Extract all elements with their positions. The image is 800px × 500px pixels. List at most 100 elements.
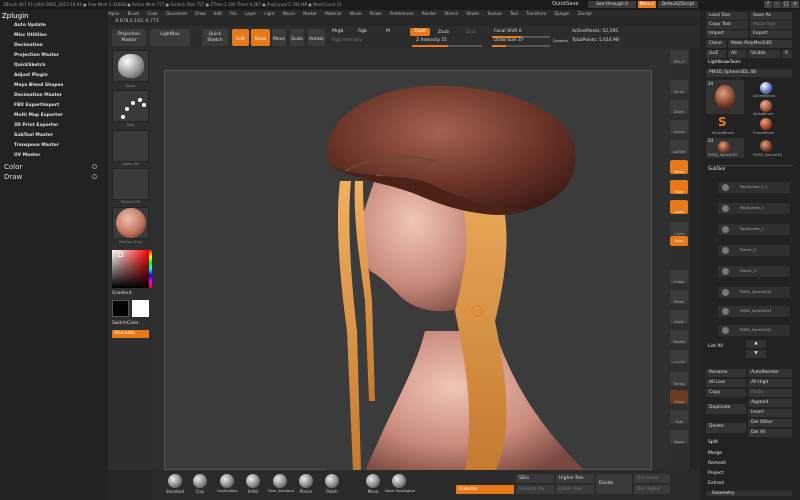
plugin-misc-utilities[interactable]: Misc Utilities — [14, 33, 47, 38]
duplicate-button[interactable]: Duplicate — [706, 404, 746, 414]
simple-brush-icon[interactable]: S — [718, 116, 727, 128]
move-topological-brush-icon[interactable] — [392, 474, 406, 488]
subtool-item[interactable]: PolySphere_1_1 — [718, 182, 790, 193]
alpha-brush-icon[interactable] — [760, 100, 772, 112]
rgb-intensity-slider[interactable]: Rgb Intensity — [332, 38, 362, 43]
brush-thumbnail[interactable] — [112, 50, 149, 82]
color-picker-cursor[interactable] — [118, 252, 123, 257]
plugin-transpose-master[interactable]: Transpose Master — [14, 143, 59, 148]
menu-marker[interactable]: Marker — [303, 11, 317, 16]
lightbox-button[interactable]: LightBox — [150, 29, 190, 46]
plugin-maya-blend-shapes[interactable]: Maya Blend Shapes — [14, 83, 63, 88]
persp-button[interactable]: Persp — [670, 160, 688, 174]
document-canvas[interactable] — [164, 70, 652, 471]
move-brush-icon[interactable] — [366, 474, 380, 488]
make-polymesh-button[interactable]: Make PolyMesh3D — [728, 40, 792, 48]
secondary-color-swatch[interactable] — [132, 300, 149, 317]
plugin-multi-map-exporter[interactable]: Multi Map Exporter — [14, 113, 63, 118]
sdiv-slider[interactable]: SDiv — [516, 474, 554, 483]
menu-stroke[interactable]: Stroke — [466, 11, 479, 16]
subtool-item[interactable]: Plane1_4 — [718, 266, 790, 277]
clay-brush-icon[interactable] — [193, 474, 207, 488]
default-zscript-button[interactable]: DefaultZScript — [658, 1, 698, 8]
plugin-subtool-master[interactable]: SubTool Master — [14, 133, 53, 138]
draw-size-track[interactable] — [492, 45, 550, 47]
edit-mode-button[interactable]: Edit — [232, 29, 249, 46]
project-header[interactable]: Project — [708, 471, 723, 476]
move-view-button[interactable]: Move — [670, 290, 688, 304]
export-button[interactable]: Export — [750, 30, 792, 38]
goz-r-button[interactable]: R — [782, 50, 792, 58]
damstandard-brush-icon[interactable] — [273, 474, 287, 488]
plugin-projection-master[interactable]: Projection Master — [14, 53, 59, 58]
lower-res-button[interactable]: Lower Res — [556, 485, 594, 494]
subtool-item[interactable]: PM3D_Sphere3D2 — [718, 325, 790, 336]
copy-button[interactable]: Copy — [706, 389, 746, 397]
stroke-thumbnail[interactable] — [112, 90, 149, 122]
menu-picker[interactable]: Picker — [370, 11, 382, 16]
zadd-button[interactable]: Zadd — [410, 28, 430, 36]
actual-button[interactable]: Actual — [670, 120, 688, 134]
material-thumbnail[interactable] — [112, 207, 149, 239]
minimize-button[interactable]: - — [773, 1, 781, 8]
plugin-3d-print-exporter[interactable]: 3D Print Exporter — [14, 123, 58, 128]
menu-zplugin[interactable]: Zplugin — [554, 11, 569, 16]
merge-header[interactable]: Merge — [708, 451, 722, 456]
menu-light[interactable]: Light — [264, 11, 274, 16]
plugin-quicksketch[interactable]: QuickSketch — [14, 63, 45, 68]
planar-brush-icon[interactable] — [299, 474, 313, 488]
zsub-button[interactable]: Zsub — [438, 30, 449, 35]
maximize-button[interactable]: □ — [782, 1, 790, 8]
floor-button[interactable]: Floor — [670, 180, 688, 194]
save-as-button[interactable]: Save As — [750, 12, 792, 20]
del-other-button[interactable]: Del Other — [748, 419, 792, 427]
focal-shift-slider[interactable]: Focal Shift 0 — [494, 29, 522, 34]
goz-all-button[interactable]: All — [728, 50, 746, 58]
goz-button[interactable]: GoZ — [706, 50, 726, 58]
draw-palette-header[interactable]: Draw — [4, 173, 22, 181]
help-button[interactable]: ? — [764, 1, 772, 8]
see-through-slider[interactable]: See-through 0 — [588, 1, 636, 8]
list-all-button[interactable]: List All — [708, 344, 723, 349]
local-button[interactable]: Local — [670, 200, 688, 214]
rgb-button[interactable]: Rgb — [358, 29, 367, 34]
plugin-decimation[interactable]: Decimation — [14, 43, 43, 48]
del-all-button[interactable]: Del All — [748, 429, 792, 437]
del-higher-button[interactable]: Del Higher — [634, 485, 670, 494]
zplugin-header[interactable]: Zplugin — [2, 12, 28, 20]
alternate-button[interactable]: Alternate — [112, 330, 149, 338]
palette-pin-icon[interactable] — [92, 164, 97, 169]
move-mode-button[interactable]: Move — [272, 29, 286, 46]
m-button[interactable]: M — [386, 29, 390, 34]
smooth-uv-button[interactable]: Smooth UV — [516, 485, 554, 494]
menu-layer[interactable]: Layer — [245, 11, 256, 16]
sphere-brush-icon[interactable] — [760, 82, 772, 94]
plugin-auto-update[interactable]: Auto Update — [14, 23, 46, 28]
subtool-item[interactable]: PM3D_Sphere3D4 — [718, 287, 790, 298]
texture-thumbnail[interactable] — [112, 168, 149, 200]
z-intensity-track[interactable] — [412, 45, 482, 47]
current-tool-slider[interactable]: PM3D_Sphere3DL 48 — [706, 69, 792, 77]
all-high-button[interactable]: All High — [748, 379, 792, 387]
clone-button[interactable]: Clone — [706, 40, 726, 48]
append-button[interactable]: Append — [748, 399, 792, 407]
goz-visible-button[interactable]: Visible — [748, 50, 780, 58]
menu-macro[interactable]: Macro — [283, 11, 295, 16]
plugin-decimation-master[interactable]: Decimation Master — [14, 93, 62, 98]
transp-button[interactable]: Transp — [670, 372, 688, 386]
menu-tool[interactable]: Tool — [510, 11, 518, 16]
delete-button[interactable]: Delete — [706, 423, 746, 433]
menu-edit[interactable]: Edit — [214, 11, 222, 16]
z-intensity-slider[interactable]: Z Intensity 51 — [416, 38, 447, 43]
insert-button[interactable]: Insert — [748, 409, 792, 417]
lsym-button[interactable]: L.Sym — [670, 222, 688, 236]
mrgb-button[interactable]: Mrgb — [332, 29, 343, 34]
frame-button[interactable]: Frame — [670, 270, 688, 284]
zcut-button[interactable]: Zcut — [466, 30, 476, 35]
menu-brush[interactable]: Brush — [128, 11, 140, 16]
plugin-fbx-exportimport[interactable]: FBX ExportImport — [14, 103, 59, 108]
subtool-item[interactable]: PolySphere_3 — [718, 203, 790, 214]
subtool-item[interactable]: PolySphere_1 — [718, 224, 790, 235]
higher-res-button[interactable]: Higher Res — [556, 474, 594, 483]
palette-pin-icon[interactable] — [92, 174, 97, 179]
